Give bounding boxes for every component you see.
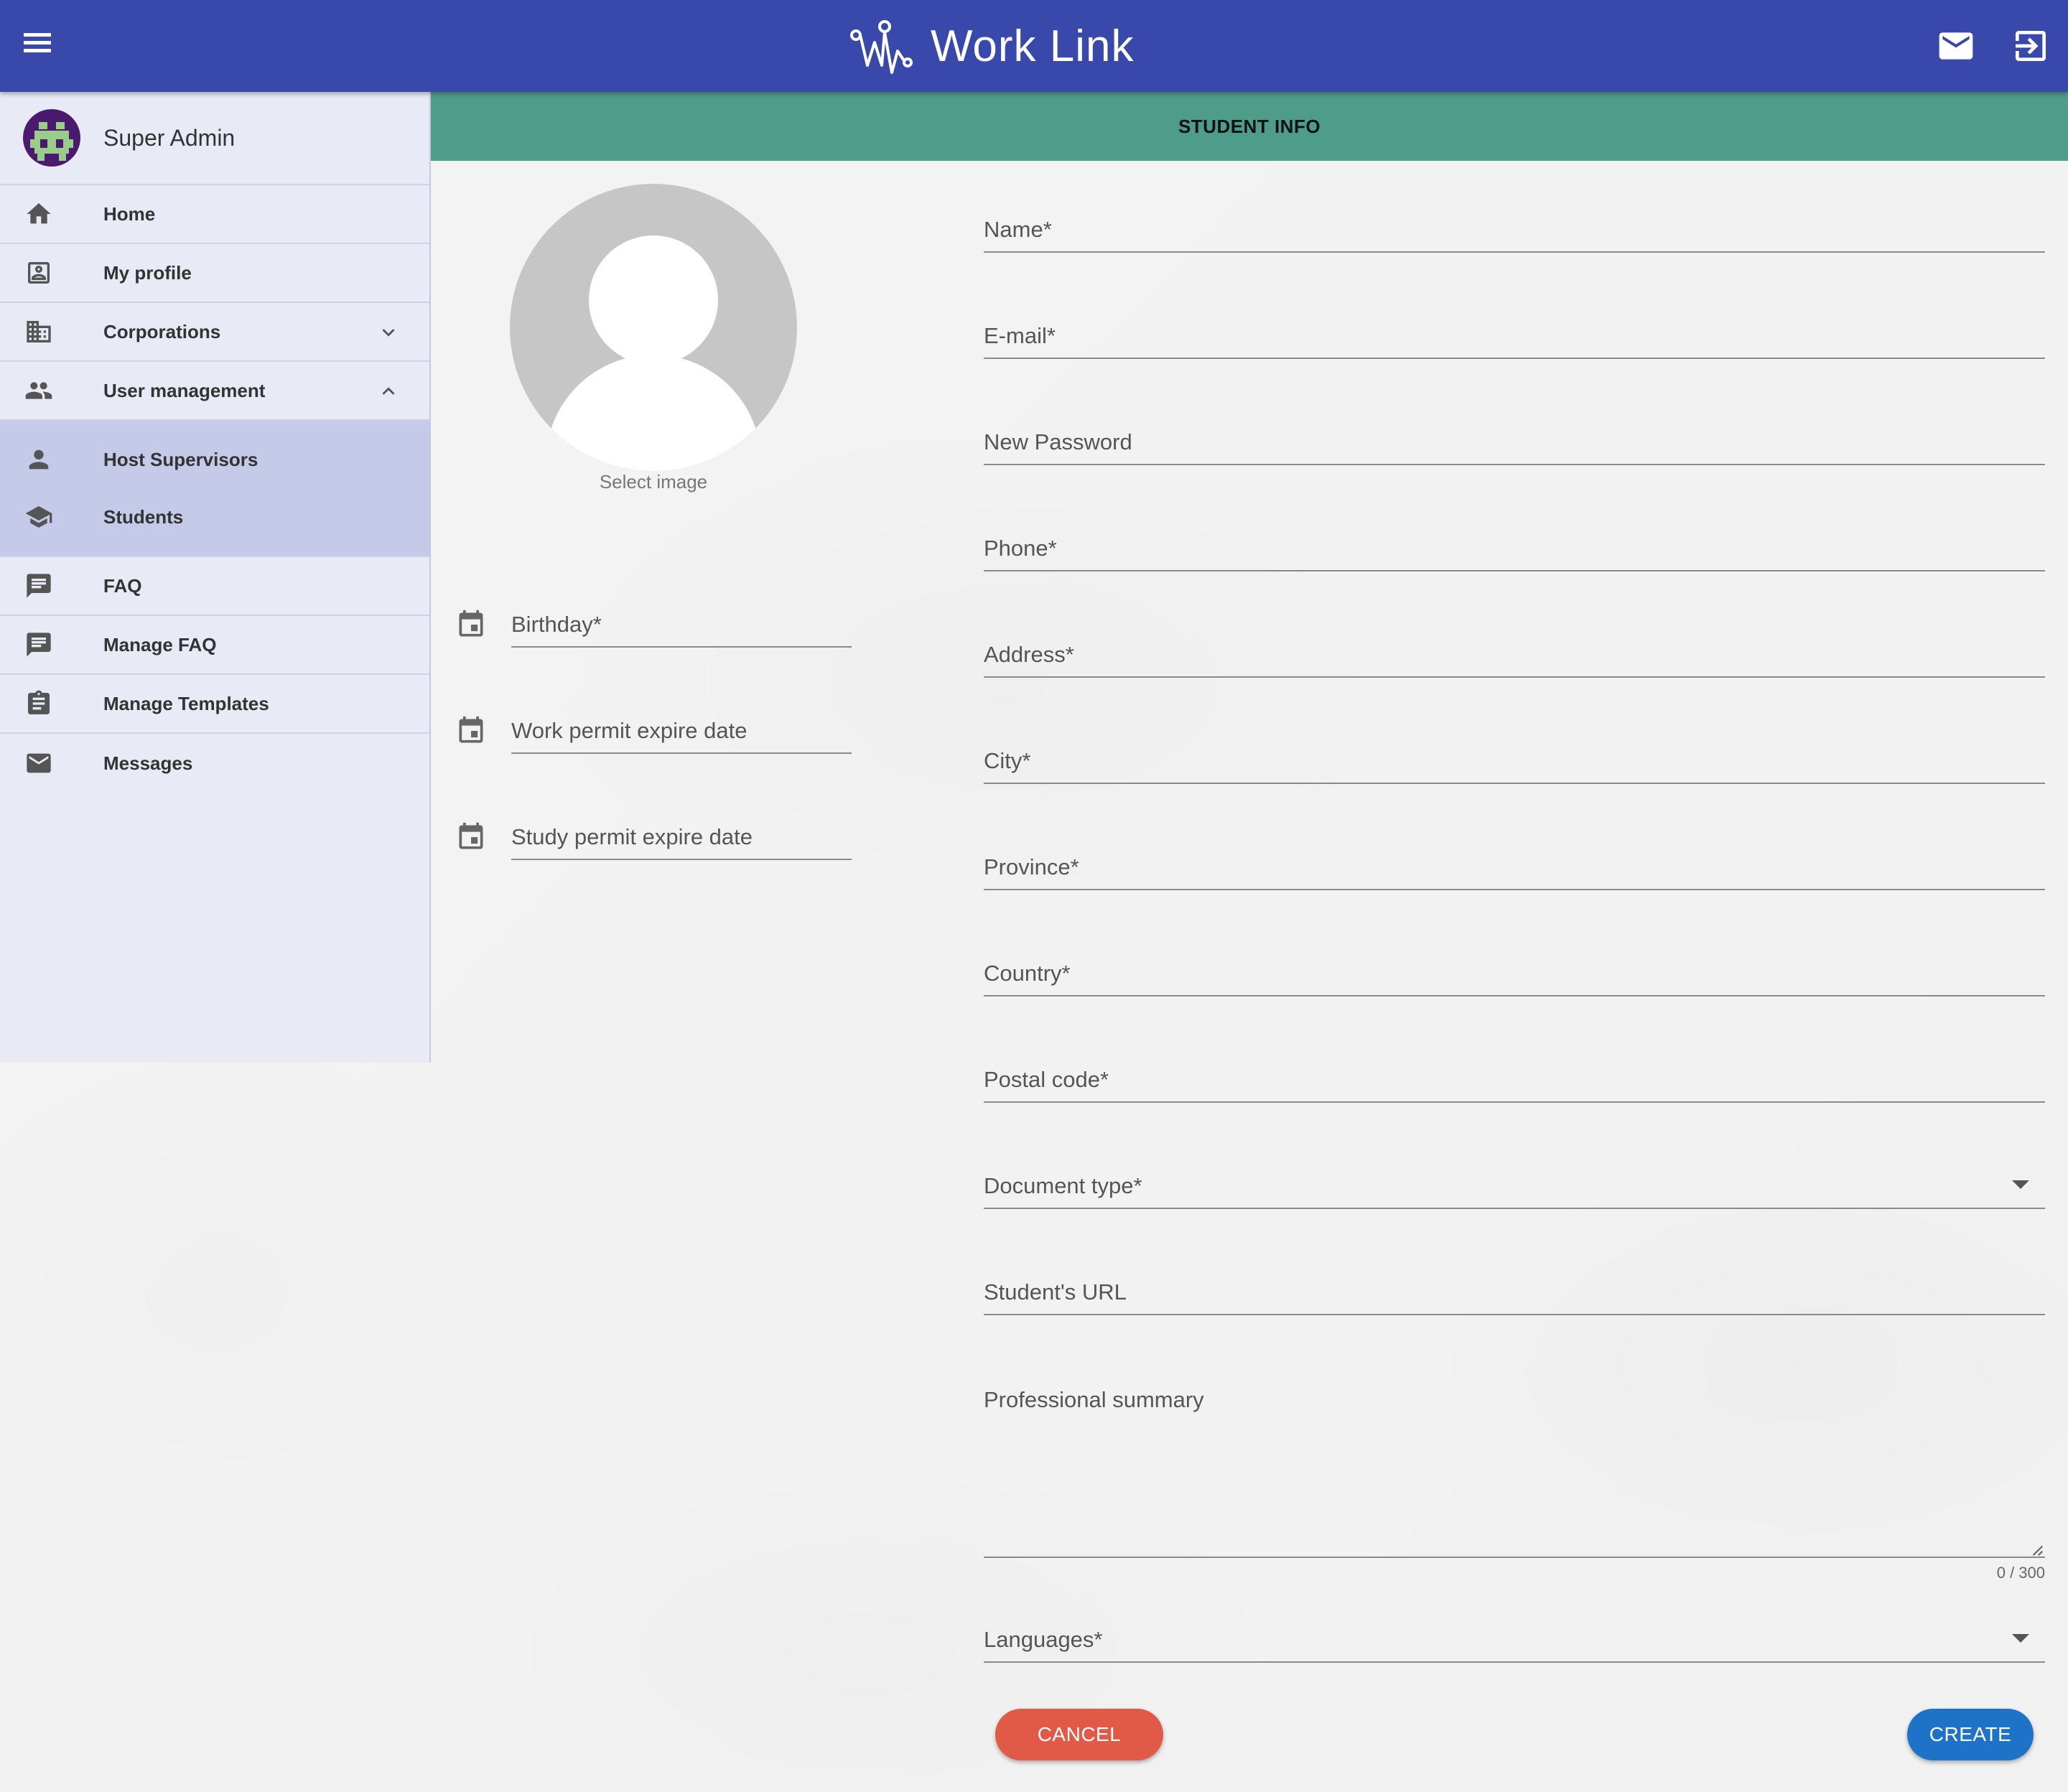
profile-image-picker[interactable]: [510, 184, 797, 471]
sidebar-item-label: FAQ: [103, 574, 142, 597]
postal-code-label: Postal code*: [984, 1067, 1109, 1092]
sidebar-item-label: My profile: [103, 261, 192, 284]
user-name: Super Admin: [103, 124, 236, 151]
sidebar-item-label: Students: [103, 505, 184, 528]
country-field[interactable]: Country*: [984, 945, 2045, 997]
home-icon: [27, 203, 51, 224]
sidebar: Super Admin Home My profile Corporations…: [0, 92, 431, 1063]
phone-field[interactable]: Phone*: [984, 520, 2045, 571]
document-type-select[interactable]: Document type*: [984, 1157, 2045, 1209]
study-permit-field[interactable]: Study permit expire date: [511, 808, 852, 860]
sidebar-item-label: Manage Templates: [103, 692, 269, 714]
cancel-button[interactable]: CANCEL: [995, 1709, 1163, 1760]
study-permit-label: Study permit expire date: [511, 824, 753, 849]
hamburger-menu-icon[interactable]: [19, 29, 56, 63]
calendar-icon[interactable]: [455, 715, 487, 747]
city-label: City*: [984, 748, 1031, 773]
address-label: Address*: [984, 642, 1074, 667]
province-label: Province*: [984, 854, 1079, 879]
calendar-icon[interactable]: [455, 821, 487, 853]
chevron-up-icon[interactable]: [376, 379, 401, 403]
sidebar-item-label: Messages: [103, 752, 193, 774]
student-url-label: Student's URL: [984, 1279, 1127, 1305]
chevron-down-icon[interactable]: [376, 320, 401, 345]
clipboard-icon: [28, 690, 50, 714]
section-header: STUDENT INFO: [431, 92, 2068, 161]
languages-select[interactable]: Languages*: [984, 1611, 2045, 1663]
person-placeholder-icon: [589, 235, 718, 365]
profile-icon: [28, 262, 50, 284]
document-type-label: Document type*: [984, 1173, 1142, 1198]
sidebar-item-user-management[interactable]: User management: [0, 362, 429, 421]
email-label: E-mail*: [984, 323, 1056, 348]
professional-summary-label: Professional summary: [984, 1387, 1204, 1412]
phone-label: Phone*: [984, 536, 1057, 561]
select-image-label[interactable]: Select image: [510, 471, 797, 493]
mail-icon[interactable]: [1936, 26, 1976, 66]
password-label: New Password: [984, 429, 1132, 454]
building-icon: [27, 321, 51, 342]
password-field[interactable]: New Password: [984, 414, 2045, 465]
country-label: Country*: [984, 961, 1071, 986]
dropdown-arrow-icon: [2012, 1634, 2029, 1643]
sidebar-item-label: User management: [103, 379, 266, 401]
calendar-icon[interactable]: [455, 609, 487, 640]
sidebar-item-students[interactable]: Students: [0, 488, 429, 546]
sidebar-item-manage-templates[interactable]: Manage Templates: [0, 675, 429, 734]
sidebar-item-label: Home: [103, 202, 156, 225]
work-permit-field[interactable]: Work permit expire date: [511, 702, 852, 754]
province-field[interactable]: Province*: [984, 839, 2045, 890]
city-field[interactable]: City*: [984, 732, 2045, 784]
address-field[interactable]: Address*: [984, 626, 2045, 678]
person-icon: [29, 449, 49, 470]
logout-icon[interactable]: [2011, 26, 2051, 66]
avatar: [23, 109, 80, 167]
sidebar-item-corporations[interactable]: Corporations: [0, 303, 429, 362]
top-app-bar: Work Link: [0, 0, 2068, 92]
chat-icon: [27, 574, 51, 598]
character-counter: 0 / 300: [1996, 1564, 2045, 1582]
work-permit-label: Work permit expire date: [511, 718, 747, 743]
create-button[interactable]: CREATE: [1907, 1709, 2034, 1760]
postal-code-field[interactable]: Postal code*: [984, 1051, 2045, 1103]
section-title: STUDENT INFO: [1178, 115, 1321, 137]
user-management-submenu: Host Supervisors Students: [0, 421, 429, 557]
birthday-label: Birthday*: [511, 612, 602, 637]
sidebar-item-manage-faq[interactable]: Manage FAQ: [0, 616, 429, 675]
email-field[interactable]: E-mail*: [984, 307, 2045, 359]
sidebar-item-messages[interactable]: Messages: [0, 734, 429, 793]
chat-icon: [27, 633, 51, 657]
brand: Work Link: [847, 11, 1135, 80]
group-icon: [25, 382, 52, 399]
resize-handle-icon[interactable]: [2031, 1544, 2044, 1557]
sidebar-item-label: Manage FAQ: [103, 633, 217, 655]
sidebar-item-label: Corporations: [103, 320, 221, 342]
dropdown-arrow-icon: [2012, 1180, 2029, 1189]
mail-icon: [27, 753, 51, 773]
sidebar-item-home[interactable]: Home: [0, 185, 429, 244]
app-title: Work Link: [931, 21, 1135, 71]
student-url-field[interactable]: Student's URL: [984, 1264, 2045, 1315]
school-icon: [25, 506, 52, 528]
sidebar-item-my-profile[interactable]: My profile: [0, 244, 429, 303]
languages-label: Languages*: [984, 1627, 1103, 1652]
birthday-field[interactable]: Birthday*: [511, 596, 852, 648]
sidebar-item-label: Host Supervisors: [103, 448, 258, 470]
sidebar-item-faq[interactable]: FAQ: [0, 557, 429, 616]
name-field[interactable]: Name*: [984, 201, 2045, 253]
work-link-logo-icon: [850, 20, 913, 74]
sidebar-user[interactable]: Super Admin: [0, 92, 429, 185]
professional-summary-textarea[interactable]: Professional summary: [984, 1370, 2045, 1558]
sidebar-item-host-supervisors[interactable]: Host Supervisors: [0, 431, 429, 488]
name-label: Name*: [984, 217, 1052, 242]
